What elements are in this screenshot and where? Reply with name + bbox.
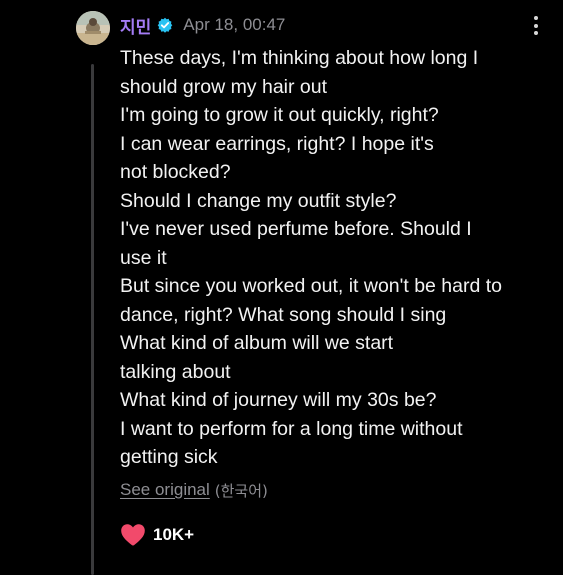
comment-line: What kind of album will we start [120, 332, 394, 354]
comment-line: What kind of journey will my 30s be? [120, 389, 437, 411]
comment-line: I can wear earrings, right? I hope it's [120, 132, 434, 155]
comment-line: I've never used perfume before. Should I [120, 218, 472, 240]
comment-line: use it [120, 246, 167, 269]
see-original-link[interactable]: See original [120, 480, 210, 500]
verified-badge-icon [157, 17, 173, 33]
comment-body: These days, I'm thinking about how long … [120, 44, 550, 472]
more-vertical-icon[interactable] [532, 16, 540, 38]
comment-line: Should I change my outfit style? [120, 189, 397, 212]
like-row: 10K+ [120, 522, 194, 548]
like-count: 10K+ [153, 525, 195, 544]
comment-line: not blocked? [120, 161, 231, 183]
comment-header: 지민 Apr 18, 00:47 [120, 13, 286, 38]
translation-row: See original (한국어) [120, 478, 268, 502]
comment-line: should grow my hair out [120, 75, 328, 98]
comment-line: But since you worked out, it won't be ha… [120, 275, 503, 297]
avatar[interactable] [76, 11, 110, 45]
comment-line: talking about [120, 360, 231, 383]
comment-line: These days, I'm thinking about how long … [120, 47, 479, 69]
comment-line: getting sick [120, 446, 218, 468]
author-name[interactable]: 지민 [120, 13, 151, 38]
comment-line: I want to perform for a long time withou… [120, 417, 463, 440]
thread-line [91, 64, 94, 575]
timestamp: Apr 18, 00:47 [183, 15, 286, 34]
comment-line: dance, right? What song should I sing [120, 303, 447, 326]
comment-line: I'm going to grow it out quickly, right? [120, 104, 439, 126]
original-language-label: (한국어) [214, 481, 268, 500]
heart-icon[interactable] [120, 523, 146, 547]
